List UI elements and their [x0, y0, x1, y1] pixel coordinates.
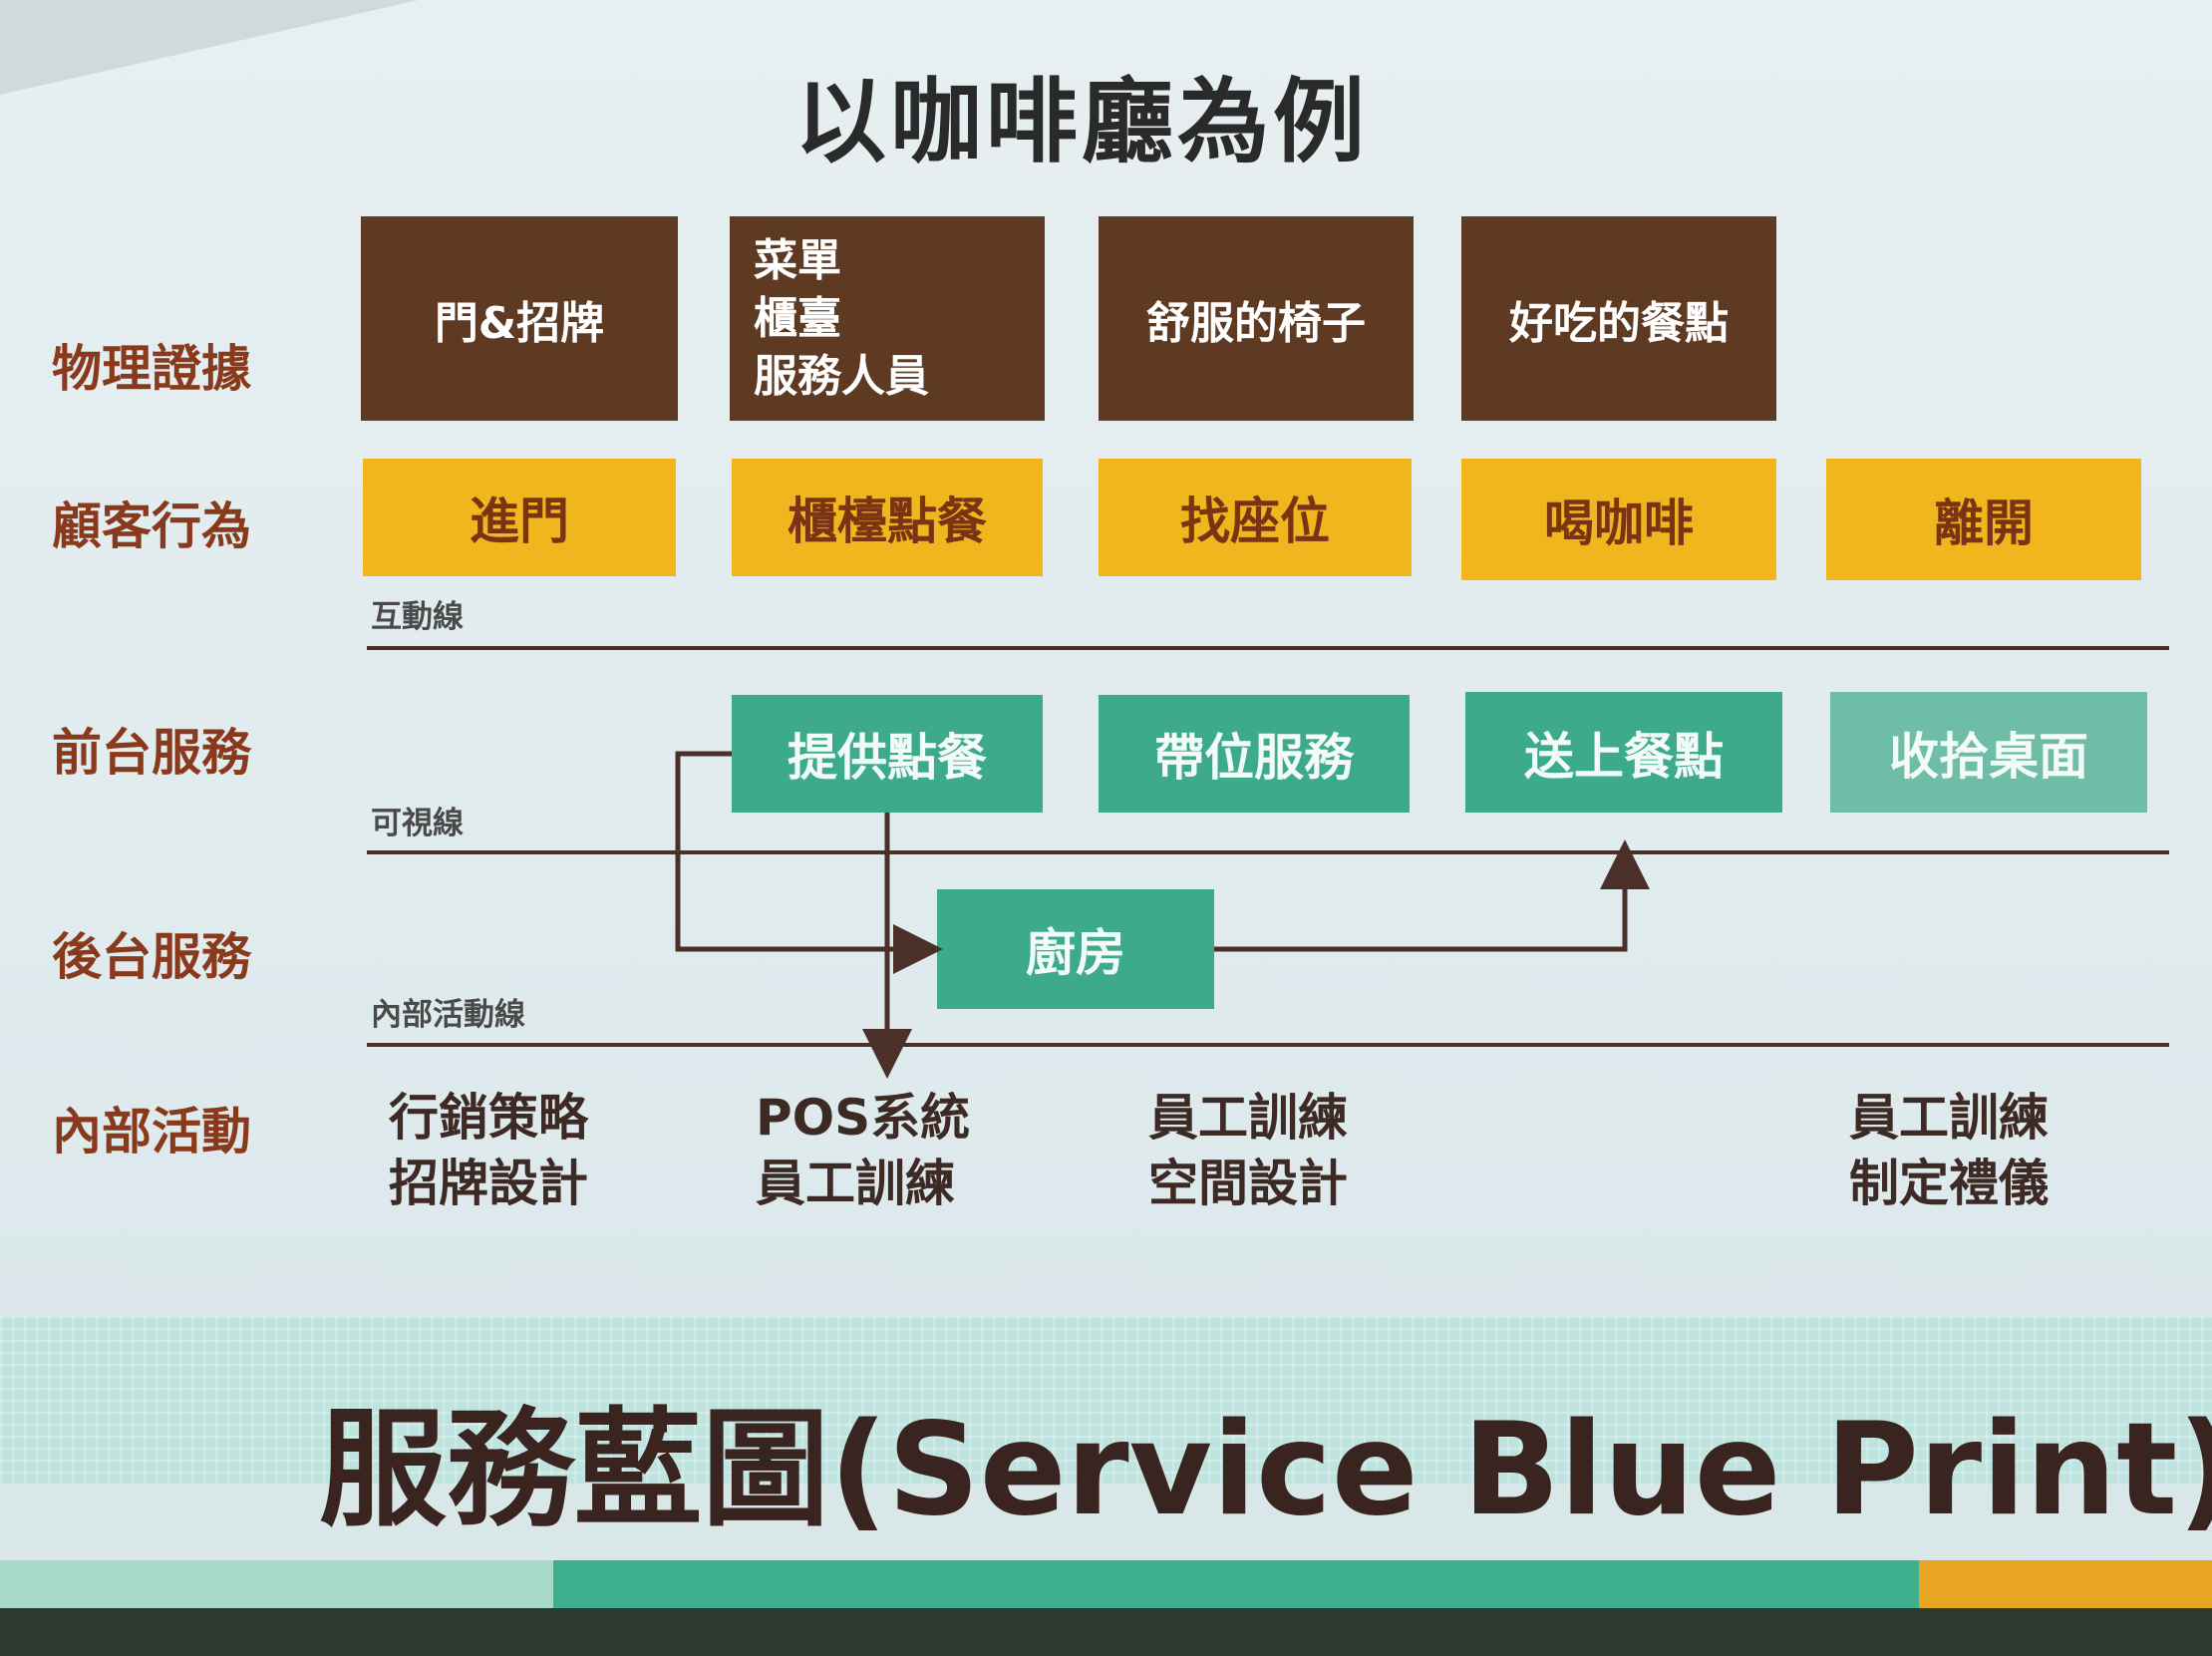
- arrow-order-to-kitchen: [675, 751, 943, 974]
- footer-dark-edge: [0, 1608, 2212, 1656]
- arrow-kitchen-to-serve: [1214, 839, 1650, 952]
- footer-strip-light: [0, 1560, 553, 1608]
- footer-strip-orange: [1919, 1560, 2212, 1608]
- footer-title: 服務藍圖(Service Blue Print): [319, 1396, 2212, 1544]
- slide: 以咖啡廳為例 物理證據 顧客行為 前台服務 後台服務 內部活動 門&招牌 菜單 …: [0, 0, 2212, 1656]
- footer-strip-teal: [553, 1560, 1919, 1608]
